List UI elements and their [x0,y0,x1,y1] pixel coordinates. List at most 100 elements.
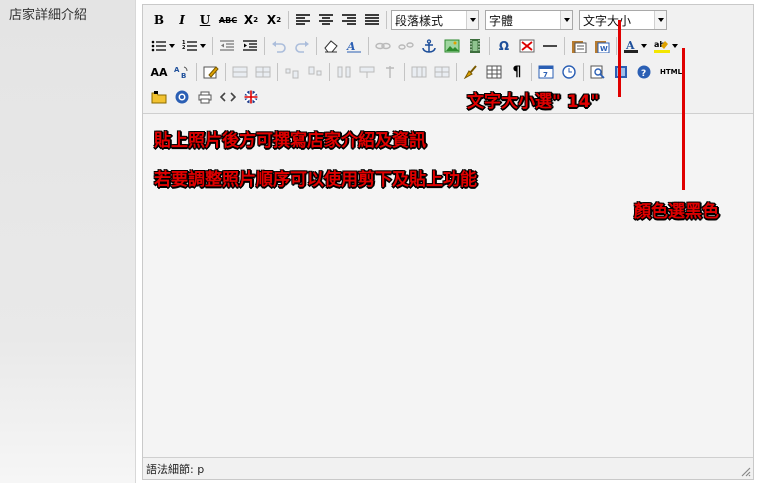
font-family-select[interactable]: 字體 [485,10,573,30]
cell-props-icon [434,66,450,78]
delete-column-icon [337,66,351,78]
horizontal-rule-button[interactable] [540,36,560,56]
text-style-icon: A [346,40,361,53]
separator [264,37,265,55]
insert-media-button[interactable] [465,36,485,56]
show-blocks-button[interactable]: ¶ [507,62,527,82]
highlight-color-button[interactable]: ab [652,36,680,56]
special-char-button[interactable]: Ω [494,36,514,56]
html-source-button[interactable]: HTML [657,62,685,82]
svg-text:A: A [174,66,180,74]
code-button[interactable] [218,87,238,107]
insert-row-button[interactable] [230,62,250,82]
superscript-button[interactable]: X2 [264,10,284,30]
clean-text-button[interactable]: A [344,36,364,56]
split-cells-icon [386,66,394,78]
align-right-icon [342,14,356,25]
unlink-icon [398,42,414,50]
numbered-list-button[interactable]: 12 [180,36,208,56]
align-center-button[interactable] [316,10,336,30]
bold-button[interactable]: B [149,10,169,30]
subscript-button[interactable]: X2 [241,10,261,30]
fullscreen-button[interactable] [611,62,631,82]
merge-cells-button[interactable] [357,62,377,82]
svg-text:B: B [181,72,186,79]
separator [329,63,330,81]
insert-column-before-button[interactable] [282,62,302,82]
insert-image-button[interactable] [442,36,462,56]
text-color-icon: A [624,39,638,53]
element-path: 語法細節: p [146,463,205,476]
table-cell-icon [255,66,271,78]
print-button[interactable] [195,87,215,107]
indent-icon [243,40,257,51]
anchor-icon [422,39,436,53]
file-manager-button[interactable] [149,87,169,107]
separator [386,11,387,29]
uk-flag-icon [244,90,258,104]
cell-props-button[interactable] [432,62,452,82]
find-button[interactable]: AA [149,62,169,82]
insert-table-button[interactable] [484,62,504,82]
bullet-list-icon [151,40,166,52]
eraser-icon [324,40,338,53]
text-color-button[interactable]: A [621,36,649,56]
justify-button[interactable] [362,10,382,30]
preview-icon [590,65,605,79]
edit-css-button[interactable] [201,62,221,82]
insert-link-button[interactable] [373,36,393,56]
folder-icon [151,91,167,104]
italic-button[interactable]: I [172,10,192,30]
table-row-icon [232,66,248,78]
print-icon [198,91,212,104]
table-icon [486,65,502,79]
separator [368,37,369,55]
delete-row-button[interactable] [253,62,273,82]
insert-date-button[interactable]: 7 [536,62,556,82]
font-size-select[interactable]: 文字大小 [579,10,667,30]
language-button[interactable] [241,87,261,107]
replace-icon: AB [174,66,188,79]
insert-column-after-button[interactable] [305,62,325,82]
calendar-icon: 7 [538,65,554,79]
delete-table-button[interactable] [517,36,537,56]
underline-button[interactable]: U [195,10,215,30]
svg-text:7: 7 [543,71,548,79]
preview-button[interactable] [588,62,608,82]
film-icon [470,39,480,53]
delete-column-button[interactable] [334,62,354,82]
indent-button[interactable] [240,36,260,56]
outdent-button[interactable] [217,36,237,56]
emotions-button[interactable] [172,87,192,107]
remove-format-button[interactable] [321,36,341,56]
separator [212,37,213,55]
align-justify-icon [365,14,379,25]
strikethrough-button[interactable]: ABC [218,10,238,30]
split-cells-button[interactable] [380,62,400,82]
bullet-list-button[interactable] [149,36,177,56]
redo-button[interactable] [292,36,312,56]
paste-word-button[interactable]: W [592,36,612,56]
separator [456,63,457,81]
align-right-button[interactable] [339,10,359,30]
paragraph-format-select[interactable]: 段落樣式 [391,10,479,30]
insert-time-button[interactable] [559,62,579,82]
undo-button[interactable] [269,36,289,56]
annotation-text-color: 顏色選黑色 [634,202,719,222]
help-button[interactable]: ? [634,62,654,82]
separator [531,63,532,81]
column-before-icon [285,68,299,79]
resize-grip-icon[interactable] [739,465,751,477]
paste-text-button[interactable] [569,36,589,56]
replace-button[interactable]: AB [172,62,192,82]
field-label: 店家詳細介紹 [9,8,88,23]
table-props-button[interactable] [409,62,429,82]
separator [316,37,317,55]
unlink-button[interactable] [396,36,416,56]
clean-up-button[interactable] [461,62,481,82]
align-left-button[interactable] [293,10,313,30]
anchor-button[interactable] [419,36,439,56]
separator [288,11,289,29]
editor-status-bar: 語法細節: p [143,458,753,479]
superscript-label: X [266,13,277,27]
